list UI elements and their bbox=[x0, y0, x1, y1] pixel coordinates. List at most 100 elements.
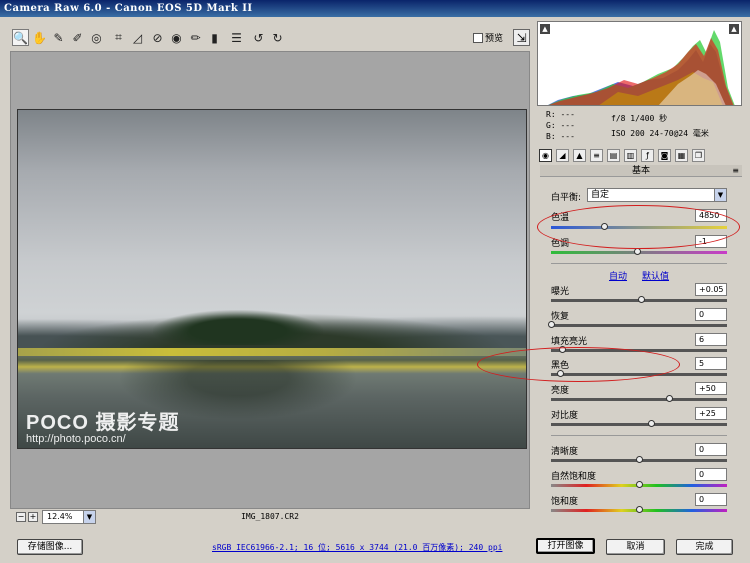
slider-vibrance-track[interactable] bbox=[551, 481, 727, 488]
lens-icon: ▥ bbox=[626, 151, 635, 160]
slider-brightness-track[interactable] bbox=[551, 395, 727, 402]
tab-effects[interactable]: ƒ bbox=[641, 149, 654, 162]
preferences-icon: ☰ bbox=[231, 30, 242, 45]
slider-brightness-value[interactable]: +50 bbox=[695, 382, 727, 395]
straighten-icon: ◿ bbox=[132, 30, 143, 45]
slider-contrast-value[interactable]: +25 bbox=[695, 407, 727, 420]
spot-removal-tool-button[interactable]: ⊘ bbox=[149, 29, 166, 46]
slider-tint-thumb[interactable] bbox=[634, 248, 642, 255]
slider-exposure-thumb[interactable] bbox=[637, 296, 645, 303]
slider-temperature-track[interactable] bbox=[551, 223, 727, 230]
slider-fill-light-label: 填充亮光 bbox=[551, 337, 588, 347]
tab-hsl[interactable]: ≡ bbox=[590, 149, 603, 162]
slider-recovery-track[interactable] bbox=[548, 321, 727, 328]
slider-recovery-thumb[interactable] bbox=[548, 321, 555, 328]
tab-split-toning[interactable]: ▤ bbox=[607, 149, 620, 162]
fullscreen-button[interactable]: ⇲ bbox=[513, 29, 530, 46]
slider-tint-value[interactable]: -1 bbox=[695, 235, 727, 248]
crop-tool-button[interactable]: ⌗ bbox=[110, 29, 127, 46]
tab-lens[interactable]: ▥ bbox=[624, 149, 637, 162]
slider-blacks-thumb[interactable] bbox=[556, 370, 564, 377]
slider-temperature-value[interactable]: 4850 bbox=[695, 209, 727, 222]
save-image-button[interactable]: 存储图像... bbox=[17, 539, 83, 555]
panel-title-text: 基本 bbox=[631, 166, 650, 176]
color-sampler-tool-button[interactable]: ✐ bbox=[69, 29, 86, 46]
watermark: POCO 摄影专题 http://photo.poco.cn/ bbox=[26, 406, 179, 445]
default-link[interactable]: 默认值 bbox=[642, 269, 669, 282]
image-canvas[interactable]: POCO 摄影专题 http://photo.poco.cn/ bbox=[10, 51, 530, 509]
slider-tint-track[interactable] bbox=[551, 248, 727, 255]
slider-blacks-value[interactable]: 5 bbox=[695, 357, 727, 370]
filename-label: IMG_1807.CR2 bbox=[241, 512, 299, 521]
tab-snapshots[interactable]: ❐ bbox=[692, 149, 705, 162]
adjustment-brush-tool-button[interactable]: ✏ bbox=[187, 29, 204, 46]
white-balance-tool-button[interactable]: ✎ bbox=[50, 29, 67, 46]
slider-recovery-label: 恢复 bbox=[551, 312, 570, 322]
snapshots-icon: ❐ bbox=[694, 151, 703, 160]
rotate-cw-icon: ↻ bbox=[272, 30, 283, 45]
slider-vibrance-value[interactable]: 0 bbox=[695, 468, 727, 481]
chevron-down-icon[interactable]: ▼ bbox=[714, 189, 726, 201]
slider-clarity-thumb[interactable] bbox=[636, 456, 643, 463]
slider-saturation-track[interactable] bbox=[551, 506, 727, 513]
divider bbox=[551, 435, 727, 436]
slider-tint-label: 色调 bbox=[551, 239, 570, 249]
open-image-button[interactable]: 打开图像 bbox=[536, 538, 595, 554]
tab-tone-curve[interactable]: ◢ bbox=[556, 149, 569, 162]
presets-icon: ▦ bbox=[677, 151, 686, 160]
slider-contrast-track[interactable] bbox=[551, 420, 727, 427]
slider-blacks-track[interactable] bbox=[551, 370, 727, 377]
slider-vibrance-thumb[interactable] bbox=[636, 481, 643, 488]
slider-brightness-thumb[interactable] bbox=[665, 395, 673, 402]
basic-panel: 基本 ≡ 白平衡: 自定 ▼ 色温 4850 色调 -1 自动 默认值 曝光 +… bbox=[540, 165, 742, 520]
tab-camera-calibration[interactable]: ◙ bbox=[658, 149, 671, 162]
red-eye-tool-button[interactable]: ◉ bbox=[168, 29, 185, 46]
camera-info-line1: f/8 1/400 秒 bbox=[611, 114, 668, 123]
panel-menu-icon[interactable]: ≡ bbox=[732, 165, 739, 177]
histogram: ▲ ▲ bbox=[537, 21, 742, 106]
slider-saturation-thumb[interactable] bbox=[636, 506, 643, 513]
tab-detail[interactable]: ▲ bbox=[573, 149, 586, 162]
slider-fill-light-track[interactable] bbox=[551, 346, 727, 353]
cancel-button[interactable]: 取消 bbox=[606, 539, 665, 555]
slider-exposure-value[interactable]: +0.05 bbox=[695, 283, 727, 296]
red-eye-icon: ◉ bbox=[171, 30, 182, 45]
rotate-cw-button[interactable]: ↻ bbox=[269, 29, 286, 46]
canvas-footer: − + 12.4% ▼ IMG_1807.CR2 bbox=[10, 509, 530, 527]
graduated-filter-tool-button[interactable]: ▮ bbox=[206, 29, 223, 46]
white-balance-icon: ✎ bbox=[53, 30, 64, 45]
crop-icon: ⌗ bbox=[115, 30, 122, 44]
rotate-ccw-button[interactable]: ↺ bbox=[250, 29, 267, 46]
slider-saturation-label: 饱和度 bbox=[551, 497, 579, 507]
hand-tool-button[interactable]: ✋ bbox=[31, 29, 48, 46]
hand-icon: ✋ bbox=[32, 30, 47, 45]
preview-checkbox[interactable]: 预览 bbox=[473, 31, 503, 44]
target-adjust-tool-button[interactable]: ◎ bbox=[88, 29, 105, 46]
slider-fill-light-value[interactable]: 6 bbox=[695, 333, 727, 346]
window-title: Camera Raw 6.0 - Canon EOS 5D Mark II bbox=[0, 0, 750, 17]
slider-contrast-thumb[interactable] bbox=[648, 420, 656, 427]
photo-preview: POCO 摄影专题 http://photo.poco.cn/ bbox=[17, 109, 527, 449]
done-button[interactable]: 完成 bbox=[676, 539, 733, 555]
panel-title: 基本 ≡ bbox=[540, 165, 742, 177]
zoom-icon: 🔍 bbox=[13, 30, 28, 45]
tab-presets[interactable]: ▦ bbox=[675, 149, 688, 162]
white-balance-select[interactable]: 自定 ▼ bbox=[587, 188, 727, 202]
slider-fill-light-thumb[interactable] bbox=[558, 346, 566, 353]
tab-basic[interactable]: ◉ bbox=[539, 149, 552, 162]
slider-saturation-value[interactable]: 0 bbox=[695, 493, 727, 506]
slider-clarity-value[interactable]: 0 bbox=[695, 443, 727, 456]
straighten-tool-button[interactable]: ◿ bbox=[129, 29, 146, 46]
workflow-options-link[interactable]: sRGB IEC61966-2.1; 16 位; 5616 x 3744 (21… bbox=[212, 542, 502, 553]
slider-clarity-track[interactable] bbox=[551, 456, 727, 463]
preview-label: 预览 bbox=[485, 34, 504, 44]
slider-recovery-value[interactable]: 0 bbox=[695, 308, 727, 321]
fullscreen-icon: ⇲ bbox=[516, 30, 527, 45]
slider-exposure-track[interactable] bbox=[551, 296, 727, 303]
zoom-tool-button[interactable]: 🔍 bbox=[12, 29, 29, 46]
spot-removal-icon: ⊘ bbox=[152, 30, 163, 45]
preview-checkbox-box[interactable] bbox=[473, 32, 483, 43]
slider-temperature-thumb[interactable] bbox=[600, 223, 608, 230]
auto-link[interactable]: 自动 bbox=[609, 269, 627, 282]
preferences-button[interactable]: ☰ bbox=[228, 29, 245, 46]
